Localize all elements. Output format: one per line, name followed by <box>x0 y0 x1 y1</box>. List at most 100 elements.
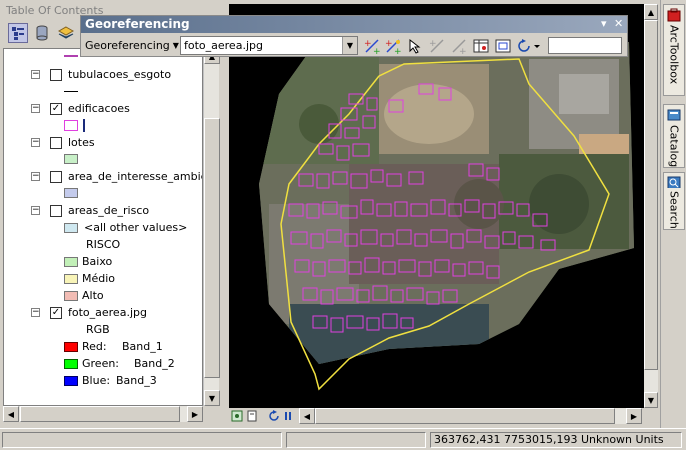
right-dock: ArcToolbox Catalog Search <box>660 0 686 428</box>
dock-tab-search[interactable]: Search <box>663 172 685 230</box>
area-interesse-fill-swatch <box>64 188 78 198</box>
layer-name-areas-risco[interactable]: areas_de_risco <box>68 204 149 217</box>
map-vertical-scrollbar[interactable]: ▲ ▼ <box>644 4 658 408</box>
scroll-right-icon[interactable]: ▶ <box>626 408 642 424</box>
layer-visibility-checkbox[interactable] <box>50 69 62 81</box>
svg-text:+: + <box>364 39 372 49</box>
svg-text:+: + <box>373 47 380 54</box>
map-horizontal-scrollbar[interactable]: ◀ ▶ <box>299 408 642 424</box>
layer-visibility-checkbox[interactable]: ✓ <box>50 103 62 115</box>
list-by-drawing-order-icon[interactable] <box>8 23 28 43</box>
aerial-photo <box>259 42 634 391</box>
collapse-toggle[interactable]: − <box>31 206 40 215</box>
class-medio: Médio <box>82 272 116 285</box>
fit-to-display-icon[interactable] <box>493 36 513 55</box>
status-cell <box>286 432 426 448</box>
search-icon <box>667 176 681 189</box>
dock-tab-arctoolbox[interactable]: ArcToolbox <box>663 4 685 96</box>
scroll-right-icon[interactable]: ▶ <box>187 406 203 422</box>
select-link-icon[interactable] <box>405 36 425 55</box>
georeferencing-toolbar[interactable]: Georeferencing ▾ ✕ Georeferencing ▼ foto… <box>80 15 628 57</box>
cursor-mark <box>83 119 85 132</box>
red-band-swatch <box>64 342 78 352</box>
scroll-thumb[interactable] <box>20 406 180 422</box>
toc-horizontal-scrollbar[interactable]: ◀ ▶ <box>3 406 203 422</box>
georeferencing-value-input[interactable] <box>548 37 622 54</box>
collapse-toggle[interactable]: − <box>31 308 40 317</box>
collapse-toggle[interactable]: − <box>31 172 40 181</box>
layer-name-area-interesse[interactable]: area_de_interesse_ambiental <box>68 170 202 183</box>
scroll-left-icon[interactable]: ◀ <box>3 406 19 422</box>
lotes-fill-swatch <box>64 154 78 164</box>
scroll-down-icon[interactable]: ▼ <box>204 390 220 406</box>
svg-text:+: + <box>385 39 393 49</box>
toc-vertical-scrollbar[interactable]: ▲ ▼ <box>203 48 220 406</box>
layer-visibility-checkbox[interactable] <box>50 205 62 217</box>
scroll-left-icon[interactable]: ◀ <box>299 408 315 424</box>
layer-visibility-checkbox[interactable]: ✓ <box>50 307 62 319</box>
auto-registration-icon[interactable]: + + <box>383 36 403 55</box>
svg-text:+: + <box>459 47 467 54</box>
class-field-name: RISCO <box>86 238 121 251</box>
chevron-down-icon[interactable]: ▼ <box>342 37 357 54</box>
zoom-to-selected-link-icon[interactable]: + <box>427 36 447 55</box>
toc-layer-list: − tubulacoes_esgoto − ✓ edificacoes − lo… <box>3 48 203 406</box>
close-icon[interactable]: ✕ <box>614 17 623 30</box>
chevron-down-icon: ▼ <box>172 40 179 50</box>
layout-view-icon[interactable] <box>245 409 259 423</box>
layer-select-value: foto_aerea.jpg <box>184 39 263 52</box>
scroll-thumb[interactable] <box>315 408 615 424</box>
layer-visibility-checkbox[interactable] <box>50 171 62 183</box>
blue-channel-label: Blue: <box>82 374 111 387</box>
table-of-contents-panel: Table Of Contents − tubulacoes_esgoto − … <box>0 0 222 428</box>
red-band-label: Band_1 <box>122 340 163 353</box>
svg-text:+: + <box>429 39 437 49</box>
view-link-table-icon[interactable] <box>471 36 491 55</box>
layer-visibility-checkbox[interactable] <box>50 137 62 149</box>
map-view[interactable] <box>229 4 644 408</box>
collapse-toggle[interactable]: − <box>31 104 40 113</box>
scroll-thumb[interactable] <box>204 118 220 378</box>
line-symbol <box>64 55 78 57</box>
list-by-source-icon[interactable] <box>32 23 52 43</box>
scroll-thumb[interactable] <box>644 20 658 370</box>
dock-tab-catalog[interactable]: Catalog <box>663 104 685 168</box>
collapse-toggle[interactable]: − <box>31 138 40 147</box>
green-band-label: Band_2 <box>134 357 175 370</box>
add-control-points-icon[interactable]: + + <box>362 36 382 55</box>
blue-band-label: Band_3 <box>116 374 157 387</box>
blue-band-swatch <box>64 376 78 386</box>
class-baixo: Baixo <box>82 255 113 268</box>
layer-name-edificacoes[interactable]: edificacoes <box>68 102 130 115</box>
toolbar-options-icon[interactable]: ▾ <box>601 17 607 30</box>
map-bottom-bar: ◀ ▶ <box>229 408 658 424</box>
layer-name-lotes[interactable]: lotes <box>68 136 95 149</box>
layer-name-tubulacoes[interactable]: tubulacoes_esgoto <box>68 68 171 81</box>
refresh-icon[interactable] <box>267 409 281 423</box>
data-view-icon[interactable] <box>230 409 244 423</box>
georeferencing-titlebar[interactable]: Georeferencing ▾ ✕ <box>81 16 627 33</box>
rotate-icon[interactable] <box>515 36 543 55</box>
line-symbol <box>64 91 78 92</box>
pause-drawing-icon[interactable] <box>281 409 295 423</box>
class-alto: Alto <box>82 289 104 302</box>
status-coordinates: 363762,431 7753015,193 Unknown Units <box>434 433 664 446</box>
list-by-visibility-icon[interactable] <box>56 23 76 43</box>
polygon-outline-swatch <box>64 120 78 131</box>
status-bar: 363762,431 7753015,193 Unknown Units <box>0 428 686 450</box>
green-band-swatch <box>64 359 78 369</box>
layer-name-foto-aerea[interactable]: foto_aerea.jpg <box>68 306 147 319</box>
georeferencing-menu-button[interactable]: Georeferencing ▼ <box>85 36 179 54</box>
georeferencing-menu-label: Georeferencing <box>85 38 170 52</box>
collapse-toggle[interactable]: − <box>31 70 40 79</box>
medio-swatch <box>64 274 78 284</box>
georeferencing-title: Georeferencing <box>85 17 190 31</box>
georeferencing-layer-select[interactable]: foto_aerea.jpg ▼ <box>180 36 358 55</box>
delete-link-icon[interactable]: + <box>449 36 469 55</box>
rgb-label: RGB <box>86 323 110 336</box>
toolbox-icon <box>667 8 681 22</box>
scroll-up-icon[interactable]: ▲ <box>644 4 658 20</box>
scroll-down-icon[interactable]: ▼ <box>644 392 658 408</box>
other-values-swatch <box>64 223 78 233</box>
status-message <box>2 432 282 448</box>
